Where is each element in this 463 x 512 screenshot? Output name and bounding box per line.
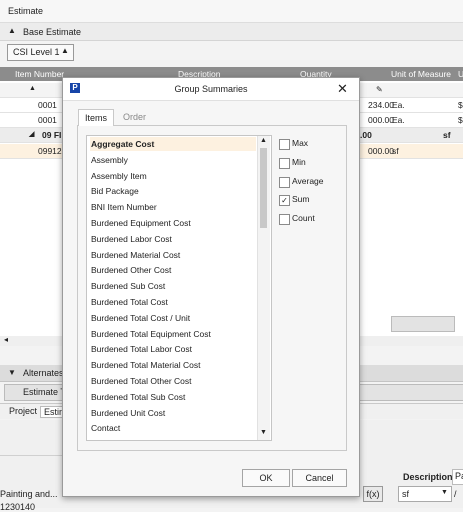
dialog-title-bar[interactable]: P Group Summaries ✕	[63, 78, 359, 101]
window-title-bar: Estimate	[0, 0, 463, 23]
list-item[interactable]: Burdened Total Labor Cost	[90, 342, 256, 356]
col-unit-of-measure[interactable]: Unit of Measure	[391, 69, 451, 79]
scroll-down-icon[interactable]: ▼	[260, 429, 267, 436]
list-item[interactable]: Burdened Sub Cost	[90, 279, 256, 293]
list-item[interactable]: BNI Item Number	[90, 200, 256, 214]
checkbox-min[interactable]	[279, 158, 290, 169]
summary-label: Count	[292, 213, 315, 223]
cell-u: $	[458, 100, 463, 110]
cell-uom: sf	[443, 130, 451, 140]
group-summaries-dialog: P Group Summaries ✕ Items Order Aggregat…	[62, 77, 360, 497]
description-field[interactable]: Pa	[452, 469, 463, 485]
grid-footer-cell	[357, 316, 387, 330]
window-title: Estimate	[8, 6, 44, 16]
list-item[interactable]: Burdened Total Material Cost	[90, 358, 256, 372]
formula-button[interactable]: f(x)	[363, 486, 383, 502]
fx-label: f(x)	[366, 489, 380, 499]
list-item[interactable]: Burdened Labor Cost	[90, 232, 256, 246]
cell-qty: 000.00	[368, 146, 394, 156]
checkbox-max[interactable]	[279, 139, 290, 150]
scroll-up-icon[interactable]: ▲	[260, 137, 267, 144]
unit-select-value: sf	[402, 489, 410, 499]
dropdown-arrow-icon[interactable]: ▲	[61, 46, 69, 55]
alternates-label: Alternates	[23, 368, 64, 378]
list-item[interactable]: Assembly Item	[90, 169, 256, 183]
list-scrollbar[interactable]: ▲ ▼	[257, 136, 270, 440]
summary-label: Average	[292, 176, 324, 186]
list-item[interactable]: Bid Package	[90, 184, 256, 198]
col-item-number[interactable]: Item Number	[15, 69, 64, 79]
list-item[interactable]: Assembly	[90, 153, 256, 167]
list-item[interactable]: Burdened Total Cost / Unit	[90, 311, 256, 325]
base-estimate-header[interactable]: ▲ Base Estimate	[0, 23, 463, 41]
list-item[interactable]: Burdened Material Cost	[90, 248, 256, 262]
checkbox-sum-checked[interactable]: ✓	[279, 195, 290, 206]
collapse-triangle-icon[interactable]: ▼	[8, 368, 16, 377]
summary-label: Min	[292, 157, 306, 167]
items-list[interactable]: Aggregate Cost Assembly Assembly Item Bi…	[86, 135, 272, 441]
description-value: Pa	[455, 471, 463, 481]
cell-qty: .00	[360, 130, 372, 140]
list-item[interactable]: Burdened Equipment Cost	[90, 216, 256, 230]
list-item[interactable]: Burdened Total Equipment Cost	[90, 327, 256, 341]
collapse-group-icon[interactable]: ◢	[29, 130, 34, 138]
cancel-button[interactable]: Cancel	[292, 469, 347, 487]
section-title: Base Estimate	[23, 27, 82, 37]
cell-qty: 000.00	[368, 115, 394, 125]
list-item[interactable]: Contact	[90, 421, 256, 435]
expand-icon[interactable]: ▲	[29, 85, 36, 92]
checkbox-average[interactable]	[279, 177, 290, 188]
tab-items[interactable]: Items	[78, 109, 115, 126]
list-item[interactable]: Burdened Total Cost	[90, 295, 256, 309]
slash-separator: /	[454, 489, 457, 499]
edit-pencil-icon[interactable]: ✎	[376, 85, 383, 94]
group-level-dropdown[interactable]: CSI Level 1 ▲	[7, 44, 74, 61]
collapse-triangle-icon[interactable]: ▲	[8, 26, 16, 35]
list-item[interactable]: Burdened Total Other Cost	[90, 374, 256, 388]
ok-button[interactable]: OK	[242, 469, 290, 487]
list-item[interactable]: Burdened Total Sub Cost	[90, 390, 256, 404]
list-item[interactable]: Burdened Other Cost	[90, 263, 256, 277]
cell-item: 09 FI	[42, 130, 62, 140]
list-item-selected[interactable]: Aggregate Cost	[90, 137, 256, 151]
cell-item: 0001	[38, 115, 57, 125]
summary-label: Max	[292, 138, 309, 148]
scroll-left-icon[interactable]: ◂	[4, 335, 8, 344]
lower-list-item[interactable]: Painting and...	[0, 489, 58, 499]
cell-uom: Ea.	[392, 100, 405, 110]
cell-item: 0001	[38, 100, 57, 110]
col-u[interactable]: U	[458, 69, 463, 79]
dialog-title: Group Summaries	[174, 84, 248, 94]
cell-item: 09912	[38, 146, 62, 156]
dropdown-arrow-icon[interactable]: ▼	[441, 489, 448, 496]
checkbox-count[interactable]	[279, 214, 290, 225]
description-label: Description:	[403, 472, 456, 482]
scrollbar-thumb[interactable]	[260, 148, 267, 228]
close-icon[interactable]: ✕	[337, 81, 348, 97]
cell-uom: sf	[392, 146, 399, 156]
tab-order[interactable]: Order	[117, 109, 152, 125]
unit-select[interactable]: sf ▼	[398, 486, 452, 502]
summary-label: Sum	[292, 194, 310, 204]
cell-u: $	[458, 115, 463, 125]
items-tab-panel: Aggregate Cost Assembly Assembly Item Bi…	[77, 125, 347, 451]
lower-list-code: 1230140	[0, 502, 36, 512]
grid-footer-cell	[391, 316, 455, 332]
list-item[interactable]: Burdened Unit Cost	[90, 406, 256, 420]
cell-qty: 234.00	[368, 100, 394, 110]
tab-project[interactable]: Project	[6, 406, 40, 416]
group-level-value: CSI Level 1	[13, 47, 60, 57]
cell-uom: Ea.	[392, 115, 405, 125]
